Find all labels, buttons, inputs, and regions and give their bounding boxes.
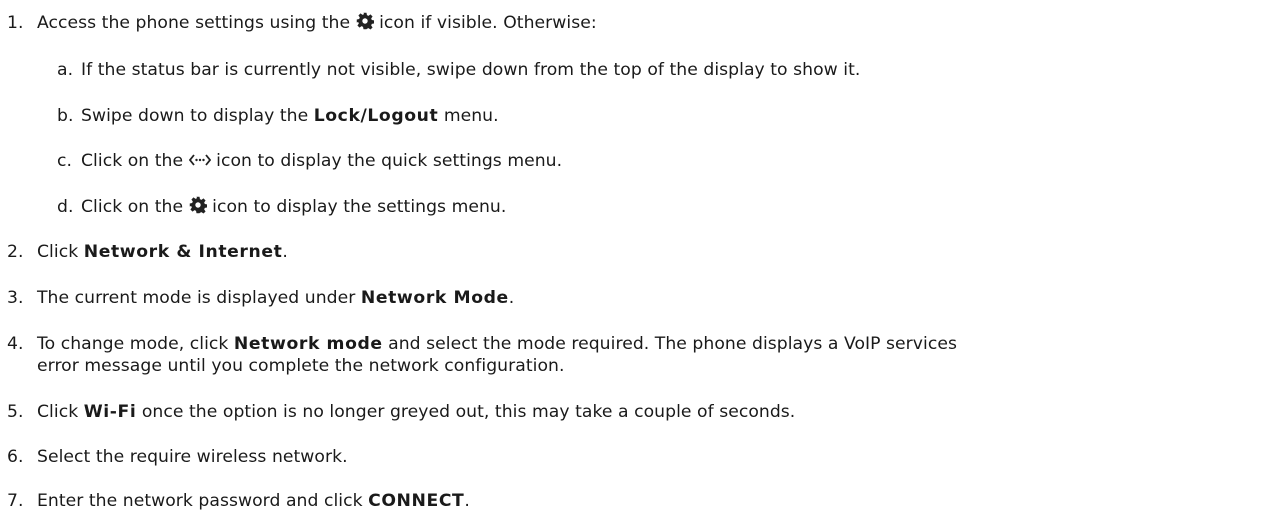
network-mode-option: Network mode [233,334,383,354]
lock-logout-label: Lock/Logout [313,106,439,126]
substep-d: d. Click on the icon to display the setti… [37,196,506,218]
quick-settings-icon [188,152,211,168]
connect-label: CONNECT [368,491,465,511]
substep-c: c. Click on the icon to display the quick… [37,150,562,172]
step-3: 3. The current mode is displayed under Ne… [0,287,514,309]
step-4: 4. To change mode, click Network mode and… [0,333,957,355]
step-2: 2. Click Network & Internet. [0,241,288,263]
step-4-continuation: error message until you complete the net… [37,356,565,376]
step-number: 6. [7,447,24,467]
substep-a: a. If the status bar is currently not vis… [37,59,860,81]
gear-icon [189,196,207,214]
network-internet-label: Network & Internet [83,242,283,262]
step-number: 1. [7,13,24,33]
step-number: 5. [7,402,24,422]
substep-letter: d. [57,197,74,217]
substep-letter: c. [57,151,73,171]
step-6: 6. Select the require wireless network. [0,446,348,468]
substep-b: b. Swipe down to display the Lock/Logout … [37,105,499,127]
step-number: 7. [7,491,24,511]
network-mode-label: Network Mode [360,288,509,308]
step-number: 3. [7,288,24,308]
substep-letter: b. [57,106,74,126]
step-7: 7. Enter the network password and click C… [0,490,470,512]
step-1: 1. Access the phone settings using the ic… [0,12,597,34]
wifi-label: Wi-Fi [83,402,137,422]
step-5: 5. Click Wi-Fi once the option is no long… [0,401,795,423]
step-number: 4. [7,334,24,354]
substep-letter: a. [57,60,74,80]
step-number: 2. [7,242,24,262]
gear-icon [356,12,374,30]
